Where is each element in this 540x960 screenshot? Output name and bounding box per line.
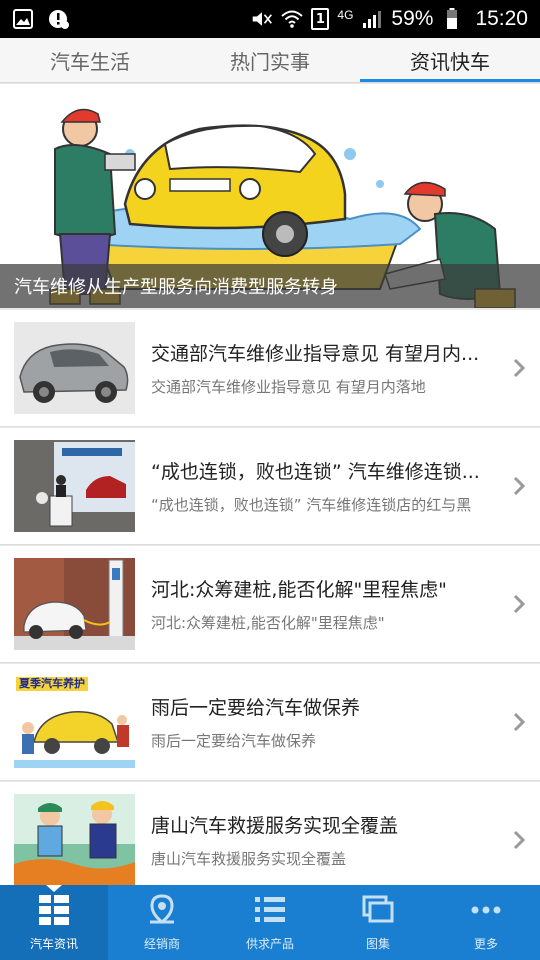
- list-item[interactable]: 交通部汽车维修业指导意见 有望月内... 交通部汽车维修业指导意见 有望月内落地: [0, 310, 540, 427]
- news-list: 交通部汽车维修业指导意见 有望月内... 交通部汽车维修业指导意见 有望月内落地: [0, 310, 540, 900]
- alert-icon: [48, 8, 70, 30]
- news-thumbnail: 夏季汽车养护: [14, 676, 135, 768]
- tab-car-life[interactable]: 汽车生活: [0, 38, 180, 82]
- list-item[interactable]: “成也连锁，败也连锁” 汽车维修连锁... “成也连锁，败也连锁” 汽车维修连锁…: [0, 428, 540, 545]
- news-title: “成也连锁，败也连锁” 汽车维修连锁...: [151, 460, 480, 483]
- news-title: 唐山汽车救援服务实现全覆盖: [151, 814, 399, 837]
- tab-news-express[interactable]: 资讯快车: [360, 38, 540, 82]
- nav-label: 汽车资讯: [29, 937, 78, 951]
- gallery-stack-icon: [361, 893, 395, 927]
- app-screen: 1 4G 59% 15:20 汽车生活 热门实事 资讯快车 汽车维修从生产型服务…: [0, 0, 540, 960]
- tab-hot-news[interactable]: 热门实事: [180, 38, 360, 82]
- news-thumbnail: [14, 322, 135, 414]
- mute-icon: [251, 8, 273, 30]
- list-item[interactable]: 河北:众筹建桩,能否化解"里程焦虑" 河北:众筹建桩,能否化解"里程焦虑": [0, 546, 540, 663]
- banner-caption: 汽车维修从生产型服务向消费型服务转身: [0, 264, 540, 308]
- gallery-icon: [12, 8, 34, 30]
- news-summary: 雨后一定要给汽车做保养: [151, 731, 317, 750]
- bottom-navigation: 汽车资讯 经销商 供求产品 图集 更多: [0, 885, 540, 960]
- news-thumbnail: [14, 558, 135, 650]
- nav-gallery[interactable]: 图集: [324, 885, 432, 960]
- top-tabs: 汽车生活 热门实事 资讯快车: [0, 38, 540, 83]
- nav-label: 图集: [365, 937, 390, 951]
- list-icon: [253, 893, 287, 927]
- battery-percent: 59%: [391, 7, 434, 30]
- signal-icon: [361, 8, 383, 30]
- news-summary: “成也连锁，败也连锁” 汽车维修连锁店的红与黑: [151, 495, 472, 514]
- nav-more[interactable]: 更多: [432, 885, 540, 960]
- location-pin-icon: [145, 893, 179, 927]
- battery-icon: [441, 8, 463, 30]
- news-thumbnail: [14, 440, 135, 532]
- more-dots-icon: [469, 893, 503, 927]
- clock: 15:20: [475, 7, 528, 30]
- chevron-right-icon: [513, 594, 526, 614]
- nav-supply-demand[interactable]: 供求产品: [216, 885, 324, 960]
- chevron-right-icon: [513, 712, 526, 732]
- wifi-icon: [281, 8, 304, 30]
- news-title: 河北:众筹建桩,能否化解"里程焦虑": [151, 578, 447, 601]
- network-type: 4G: [337, 8, 354, 22]
- news-summary: 唐山汽车救援服务实现全覆盖: [151, 849, 347, 868]
- news-title: 交通部汽车维修业指导意见 有望月内...: [151, 342, 480, 365]
- nav-label: 经销商: [143, 937, 180, 951]
- nav-label: 更多: [473, 937, 498, 951]
- chevron-right-icon: [513, 476, 526, 496]
- status-bar: 1 4G 59% 15:20: [0, 0, 540, 38]
- chevron-right-icon: [513, 830, 526, 850]
- news-summary: 河北:众筹建桩,能否化解"里程焦虑": [151, 613, 385, 632]
- news-thumbnail: [14, 794, 135, 886]
- news-title: 雨后一定要给汽车做保养: [151, 696, 361, 719]
- grid-list-icon: [37, 893, 71, 927]
- thumbnail-banner-text: 夏季汽车养护: [16, 677, 88, 691]
- featured-banner[interactable]: 汽车维修从生产型服务向消费型服务转身: [0, 84, 540, 308]
- chevron-right-icon: [513, 358, 526, 378]
- news-summary: 交通部汽车维修业指导意见 有望月内落地: [151, 377, 426, 396]
- list-item[interactable]: 唐山汽车救援服务实现全覆盖 唐山汽车救援服务实现全覆盖: [0, 782, 540, 899]
- nav-label: 供求产品: [245, 937, 294, 951]
- sim-indicator: 1: [311, 8, 330, 30]
- nav-car-news[interactable]: 汽车资讯: [0, 885, 108, 960]
- nav-dealers[interactable]: 经销商: [108, 885, 216, 960]
- list-item[interactable]: 夏季汽车养护 雨后一定要给汽车做保养 雨后一定要给汽车做保养: [0, 664, 540, 781]
